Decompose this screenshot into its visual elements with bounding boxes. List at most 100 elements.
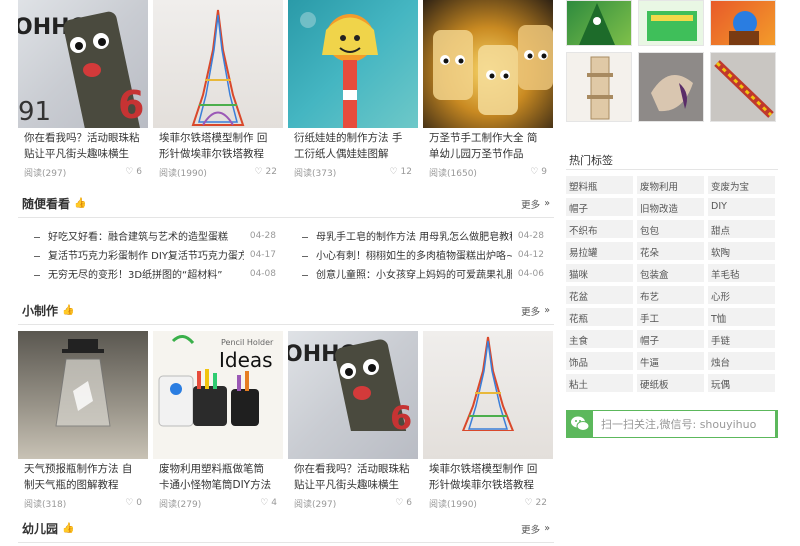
news-title[interactable]: 复活节巧克力彩蛋制作 DIY复活节巧克力蛋方法	[28, 247, 244, 262]
like-button[interactable]: ♡ 0	[125, 497, 142, 509]
sidebar-thumbnail[interactable]	[638, 52, 704, 122]
tag-link[interactable]: 花瓶	[566, 308, 633, 326]
news-title[interactable]: 好吃又好看：融合建筑与艺术的造型蛋糕	[28, 228, 228, 243]
tag-link[interactable]: 软陶	[708, 242, 775, 260]
tag-link[interactable]: 变废为宝	[708, 176, 775, 194]
article-title[interactable]: 埃菲尔铁塔模型制作 回形针做埃菲尔铁塔教程	[153, 128, 283, 164]
article-thumbnail[interactable]: OHHOI 6	[288, 331, 418, 459]
article-title[interactable]: 你在看我吗？活动眼珠粘贴让平凡街头趣味横生	[18, 128, 148, 164]
news-title[interactable]: 母乳手工皂的制作方法 用母乳怎么做肥皂教程	[296, 228, 512, 243]
like-button[interactable]: ♡ 22	[254, 166, 277, 178]
view-count: 阅读(318)	[24, 500, 67, 510]
tag-link[interactable]: 塑料瓶	[566, 176, 633, 194]
news-list: 好吃又好看：融合建筑与艺术的造型蛋糕 04-28 复活节巧克力彩蛋制作 DIY复活…	[18, 218, 554, 283]
article-thumbnail[interactable]: Pencil Holder Ideas	[153, 331, 283, 459]
main-column: OHHOI 6 91 你在看我吗？活动眼珠粘贴让平凡街头趣味横生 阅读(297)…	[18, 0, 554, 543]
article-card[interactable]: OHHOI 6 91 你在看我吗？活动眼珠粘贴让平凡街头趣味横生 阅读(297)…	[18, 0, 148, 179]
tag-link[interactable]: 烛台	[708, 352, 775, 370]
pencil-holder-heading: Ideas	[219, 348, 273, 372]
tag-link[interactable]: 包装盒	[637, 264, 704, 282]
article-card[interactable]: 天气预报瓶制作方法 自制天气瓶的图解教程 阅读(318) ♡ 0	[18, 331, 148, 510]
tag-link[interactable]: 羊毛毡	[708, 264, 775, 282]
tag-link[interactable]: 包包	[637, 220, 704, 238]
like-button[interactable]: ♡ 6	[395, 497, 412, 509]
tag-link[interactable]: 心形	[708, 286, 775, 304]
news-item[interactable]: 小心有刺！栩栩如生的多肉植物蛋糕出炉咯~ 04-12	[296, 245, 544, 264]
sidebar-thumbnail[interactable]	[638, 0, 704, 46]
tag-link[interactable]: 手工	[637, 308, 704, 326]
news-item[interactable]: 复活节巧克力彩蛋制作 DIY复活节巧克力蛋方法 04-17	[28, 245, 276, 264]
more-link[interactable]: 更多 »	[521, 197, 550, 211]
article-title[interactable]: 你在看我吗？活动眼珠粘贴让平凡街头趣味横生	[288, 459, 418, 495]
like-count: 9	[541, 167, 547, 177]
news-title[interactable]: 小心有刺！栩栩如生的多肉植物蛋糕出炉咯~	[296, 247, 512, 262]
more-link[interactable]: 更多 »	[521, 304, 550, 318]
article-title[interactable]: 衍纸娃娃的制作方法 手工衍纸人偶娃娃图解	[288, 128, 418, 164]
tag-link[interactable]: 旧物改造	[637, 198, 704, 216]
article-thumbnail[interactable]	[288, 0, 418, 128]
tag-link[interactable]: 帽子	[566, 198, 633, 216]
like-button[interactable]: ♡ 12	[389, 166, 412, 178]
sidebar-thumbnail[interactable]	[710, 52, 776, 122]
hot-tags-box: 热门标签 塑料瓶 废物利用 变废为宝 帽子 旧物改造 DIY 不织布 包包 甜点…	[566, 142, 778, 392]
more-link[interactable]: 更多 »	[521, 522, 550, 536]
thumb-up-icon: 👍	[62, 305, 75, 316]
tag-link[interactable]: 不织布	[566, 220, 633, 238]
news-title[interactable]: 创意儿童照：小女孩穿上妈妈的可爱蔬果礼服	[296, 266, 512, 281]
article-card[interactable]: Pencil Holder Ideas 废物利用塑料瓶做笔筒 卡通小怪物笔筒DI…	[153, 331, 283, 510]
tag-link[interactable]: 废物利用	[637, 176, 704, 194]
article-thumbnail[interactable]: OHHOI 6 91	[18, 0, 148, 128]
article-thumbnail[interactable]	[18, 331, 148, 459]
sidebar-thumbnail[interactable]	[566, 0, 632, 46]
article-card[interactable]: 万圣节手工制作大全 简单幼儿园万圣节作品 阅读(1650) ♡ 9	[423, 0, 553, 179]
like-button[interactable]: ♡ 6	[125, 166, 142, 178]
article-thumbnail[interactable]	[423, 0, 553, 128]
tag-link[interactable]: 牛逼	[637, 352, 704, 370]
tag-link[interactable]: 粘土	[566, 374, 633, 392]
tag-link[interactable]: 硬纸板	[637, 374, 704, 392]
tag-link[interactable]: 猫咪	[566, 264, 633, 282]
double-chevron-right-icon: »	[544, 198, 550, 209]
pencil-holder-caption: Pencil Holder	[221, 338, 274, 347]
tag-link[interactable]: 花朵	[637, 242, 704, 260]
sidebar-thumbnail[interactable]	[566, 52, 632, 122]
tag-link[interactable]: 手链	[708, 330, 775, 348]
tag-link[interactable]: 玩偶	[708, 374, 775, 392]
news-item[interactable]: 母乳手工皂的制作方法 用母乳怎么做肥皂教程 04-28	[296, 226, 544, 245]
like-button[interactable]: ♡ 9	[530, 166, 547, 178]
article-title[interactable]: 天气预报瓶制作方法 自制天气瓶的图解教程	[18, 459, 148, 495]
news-item[interactable]: 好吃又好看：融合建筑与艺术的造型蛋糕 04-28	[28, 226, 276, 245]
wechat-follow-box[interactable]: 扫一扫关注,微信号: shouyihuo	[566, 410, 778, 438]
tag-link[interactable]: T恤	[708, 308, 775, 326]
double-chevron-right-icon: »	[544, 523, 550, 534]
news-item[interactable]: 无穷无尽的变形！3D纸拼图的“超材料” 04-08	[28, 264, 276, 283]
tag-link[interactable]: 花盆	[566, 286, 633, 304]
sidebar-thumbnail[interactable]	[710, 0, 776, 46]
tag-link[interactable]: 甜点	[708, 220, 775, 238]
tag-link[interactable]: 主食	[566, 330, 633, 348]
article-card[interactable]: 衍纸娃娃的制作方法 手工衍纸人偶娃娃图解 阅读(373) ♡ 12	[288, 0, 418, 179]
article-card[interactable]: OHHOI 6 你在看我吗？活动眼珠粘贴让平凡街头趣味横生 阅读(297) ♡ 6	[288, 331, 418, 510]
like-button[interactable]: ♡ 22	[524, 497, 547, 509]
article-card[interactable]: 埃菲尔铁塔模型制作 回形针做埃菲尔铁塔教程 阅读(1990) ♡ 22	[153, 0, 283, 179]
news-item[interactable]: 创意儿童照：小女孩穿上妈妈的可爱蔬果礼服 04-06	[296, 264, 544, 283]
tag-link[interactable]: 帽子	[637, 330, 704, 348]
article-title[interactable]: 万圣节手工制作大全 简单幼儿园万圣节作品	[423, 128, 553, 164]
tag-link[interactable]: 饰品	[566, 352, 633, 370]
article-title[interactable]: 埃菲尔铁塔模型制作 回形针做埃菲尔铁塔教程	[423, 459, 553, 495]
craft-card-grid: 天气预报瓶制作方法 自制天气瓶的图解教程 阅读(318) ♡ 0 Pencil H…	[18, 331, 554, 510]
news-title[interactable]: 无穷无尽的变形！3D纸拼图的“超材料”	[28, 266, 222, 281]
article-title[interactable]: 废物利用塑料瓶做笔筒 卡通小怪物笔筒DIY方法	[153, 459, 283, 495]
heart-icon: ♡	[389, 167, 398, 177]
green-crate-image	[647, 11, 697, 41]
green-cone-image	[579, 3, 615, 45]
like-button[interactable]: ♡ 4	[260, 497, 277, 509]
tag-link[interactable]: 布艺	[637, 286, 704, 304]
tower-model-image	[587, 56, 613, 120]
tag-link[interactable]: 易拉罐	[566, 242, 633, 260]
article-thumbnail[interactable]	[423, 331, 553, 459]
tag-link[interactable]: DIY	[708, 198, 775, 216]
article-card[interactable]: 埃菲尔铁塔模型制作 回形针做埃菲尔铁塔教程 阅读(1990) ♡ 22	[423, 331, 553, 510]
news-date: 04-08	[249, 268, 276, 279]
article-thumbnail[interactable]	[153, 0, 283, 128]
